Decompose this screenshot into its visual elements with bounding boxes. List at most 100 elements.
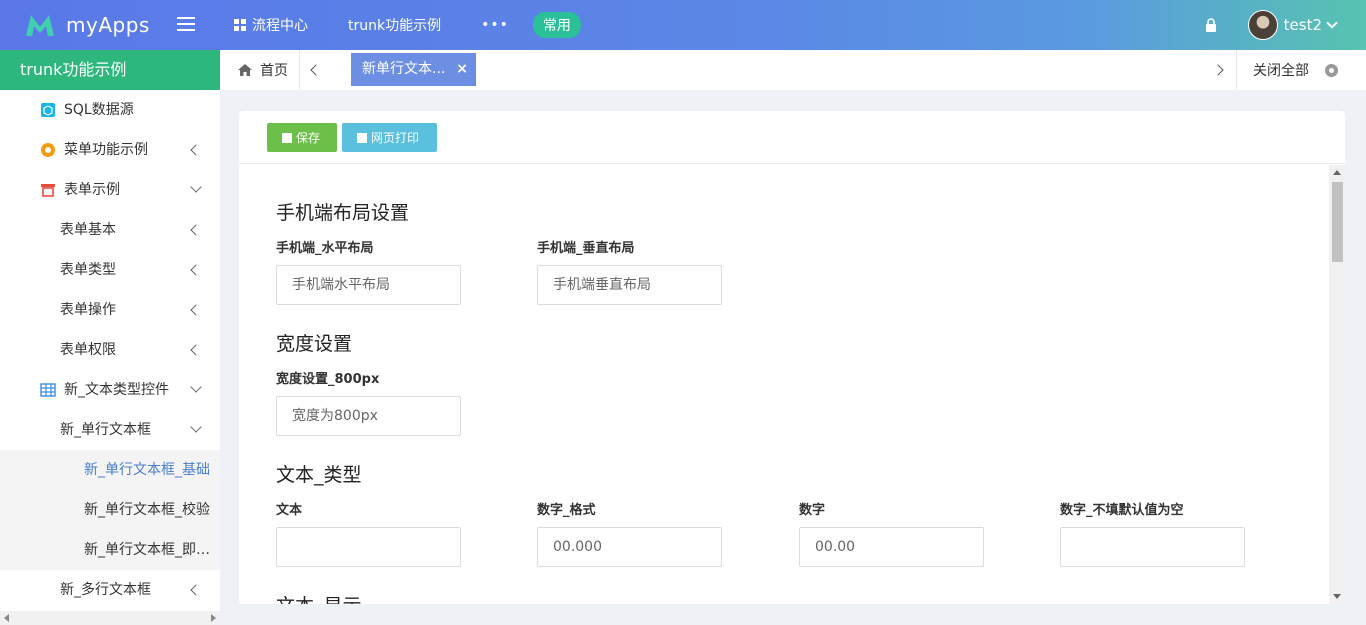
print-button[interactable]: 网页打印 — [342, 123, 437, 152]
sidebar-item-label: 新_单行文本框_校验 — [84, 502, 210, 518]
sidebar-item-label: 表单类型 — [60, 262, 116, 278]
settings-icon[interactable] — [1325, 63, 1338, 77]
home-icon — [238, 64, 252, 76]
field-label: 宽度设置_800px — [276, 372, 380, 387]
sidebar-item-form-type[interactable]: 表单类型 — [0, 250, 220, 290]
form-list-icon — [41, 184, 55, 197]
section-title-text-type: 文本_类型 — [276, 464, 362, 486]
form-vertical-scrollbar[interactable] — [1329, 165, 1345, 604]
close-all-label: 关闭全部 — [1253, 63, 1309, 79]
chevron-left-icon — [190, 584, 202, 596]
nav-common-pill[interactable]: 常用 — [532, 12, 581, 38]
lock-icon[interactable] — [1204, 17, 1218, 33]
menu-toggle-icon[interactable] — [177, 17, 195, 33]
cube-icon — [41, 103, 55, 117]
tab-label: 新单行文本... — [362, 61, 446, 77]
number-empty-default-input[interactable] — [1060, 527, 1245, 567]
field-number-format: 数字_格式 — [537, 501, 722, 567]
nav-process-center[interactable]: 流程中心 — [234, 15, 308, 35]
tab-scroll-left-button[interactable] — [300, 50, 330, 90]
chevron-down-icon — [190, 421, 202, 433]
sidebar-item-label: 表单操作 — [60, 302, 116, 318]
mobile-horizontal-input[interactable] — [276, 265, 461, 305]
tab-scroll-right-button[interactable] — [1205, 50, 1237, 90]
username[interactable]: test2 — [1284, 16, 1322, 34]
save-label: 保存 — [296, 131, 321, 145]
sidebar-item-label: 新_文本类型控件 — [64, 382, 169, 398]
chevron-left-icon — [190, 224, 202, 236]
scroll-down-icon[interactable] — [1333, 594, 1341, 599]
sidebar-item-label: 新_单行文本框 — [60, 422, 151, 438]
app-name: myApps — [66, 13, 150, 37]
print-label: 网页打印 — [371, 131, 420, 145]
mobile-vertical-input[interactable] — [537, 265, 722, 305]
section-title-text-display: 文本_显示 — [276, 591, 362, 604]
number-input[interactable] — [799, 527, 984, 567]
field-label: 数字_不填默认值为空 — [1060, 503, 1184, 518]
save-button[interactable]: 保存 — [267, 123, 337, 152]
sidebar-item-single-text-instant[interactable]: 新_单行文本框_即时... — [0, 530, 220, 570]
close-all-tabs-button[interactable]: 关闭全部 — [1253, 50, 1338, 90]
sidebar-item-sql-datasource[interactable]: SQL数据源 — [0, 90, 220, 130]
scrollbar-thumb[interactable] — [1332, 182, 1343, 262]
sidebar-item-menu-demo[interactable]: 菜单功能示例 — [0, 130, 220, 170]
tab-close-icon[interactable]: × — [456, 53, 468, 86]
sidebar-item-form-ops[interactable]: 表单操作 — [0, 290, 220, 330]
sidebar-item-label: 新_单行文本框_即时... — [84, 542, 220, 558]
tab-single-text[interactable]: 新单行文本... × — [351, 53, 476, 86]
field-text: 文本 — [276, 501, 461, 567]
sidebar-item-form-basic[interactable]: 表单基本 — [0, 210, 220, 250]
number-format-input[interactable] — [537, 527, 722, 567]
field-label: 手机端_垂直布局 — [537, 241, 635, 256]
field-label: 手机端_水平布局 — [276, 241, 374, 256]
user-area: test2 — [1204, 0, 1338, 50]
field-label: 文本 — [276, 503, 303, 518]
sidebar-item-label: 表单权限 — [60, 342, 116, 358]
top-nav: 流程中心 trunk功能示例 ••• 常用 — [234, 0, 621, 50]
sidebar-item-form-demo[interactable]: 表单示例 — [0, 170, 220, 210]
sidebar-item-form-perm[interactable]: 表单权限 — [0, 330, 220, 370]
user-avatar[interactable] — [1247, 10, 1278, 40]
more-menu-icon[interactable]: ••• — [481, 17, 509, 33]
gear-icon — [41, 143, 55, 157]
chevron-left-icon — [190, 304, 202, 316]
sidebar-title: trunk功能示例 — [0, 50, 220, 90]
sidebar-item-text-controls[interactable]: 新_文本类型控件 — [0, 370, 220, 410]
chevron-down-icon[interactable] — [1326, 17, 1338, 29]
grid-icon — [234, 19, 246, 31]
chevron-down-icon — [190, 181, 202, 193]
width-800-input[interactable] — [276, 396, 461, 436]
top-bar: myApps 流程中心 trunk功能示例 ••• 常用 test2 — [0, 0, 1366, 50]
field-label: 数字_格式 — [537, 503, 596, 518]
sidebar-item-label: 新_多行文本框 — [60, 582, 151, 598]
sidebar-item-single-text-validate[interactable]: 新_单行文本框_校验 — [0, 490, 220, 530]
tab-home-label: 首页 — [260, 63, 288, 79]
scroll-up-icon[interactable] — [1333, 170, 1341, 175]
sidebar-item-single-text-basic[interactable]: 新_单行文本框_基础 — [0, 450, 220, 490]
save-icon — [282, 132, 292, 143]
field-width-800: 宽度设置_800px — [276, 370, 461, 436]
form-toolbar: 保存 网页打印 — [239, 111, 1345, 164]
nav-trunk-demo-label: trunk功能示例 — [348, 18, 442, 34]
text-input[interactable] — [276, 527, 461, 567]
table-icon — [40, 383, 56, 397]
scroll-left-icon[interactable] — [4, 614, 9, 622]
field-label: 数字 — [799, 503, 826, 518]
field-mobile-horizontal: 手机端_水平布局 — [276, 239, 461, 305]
section-title-width: 宽度设置 — [276, 333, 353, 355]
sidebar-item-multi-text[interactable]: 新_多行文本框 — [0, 570, 220, 610]
field-number: 数字 — [799, 501, 984, 567]
sidebar-item-label: SQL数据源 — [64, 102, 134, 118]
print-icon — [357, 132, 367, 143]
chevron-left-icon — [190, 264, 202, 276]
sidebar-item-single-text[interactable]: 新_单行文本框 — [0, 410, 220, 450]
section-title-mobile-layout: 手机端布局设置 — [276, 202, 410, 224]
chevron-left-icon — [190, 144, 202, 156]
scroll-right-icon[interactable] — [211, 614, 216, 622]
field-mobile-vertical: 手机端_垂直布局 — [537, 239, 722, 305]
tab-home[interactable]: 首页 — [220, 50, 300, 90]
field-number-empty-default: 数字_不填默认值为空 — [1060, 501, 1245, 567]
sidebar-horizontal-scrollbar[interactable] — [0, 611, 220, 625]
nav-trunk-demo[interactable]: trunk功能示例 — [348, 15, 441, 35]
nav-process-center-label: 流程中心 — [252, 18, 308, 34]
